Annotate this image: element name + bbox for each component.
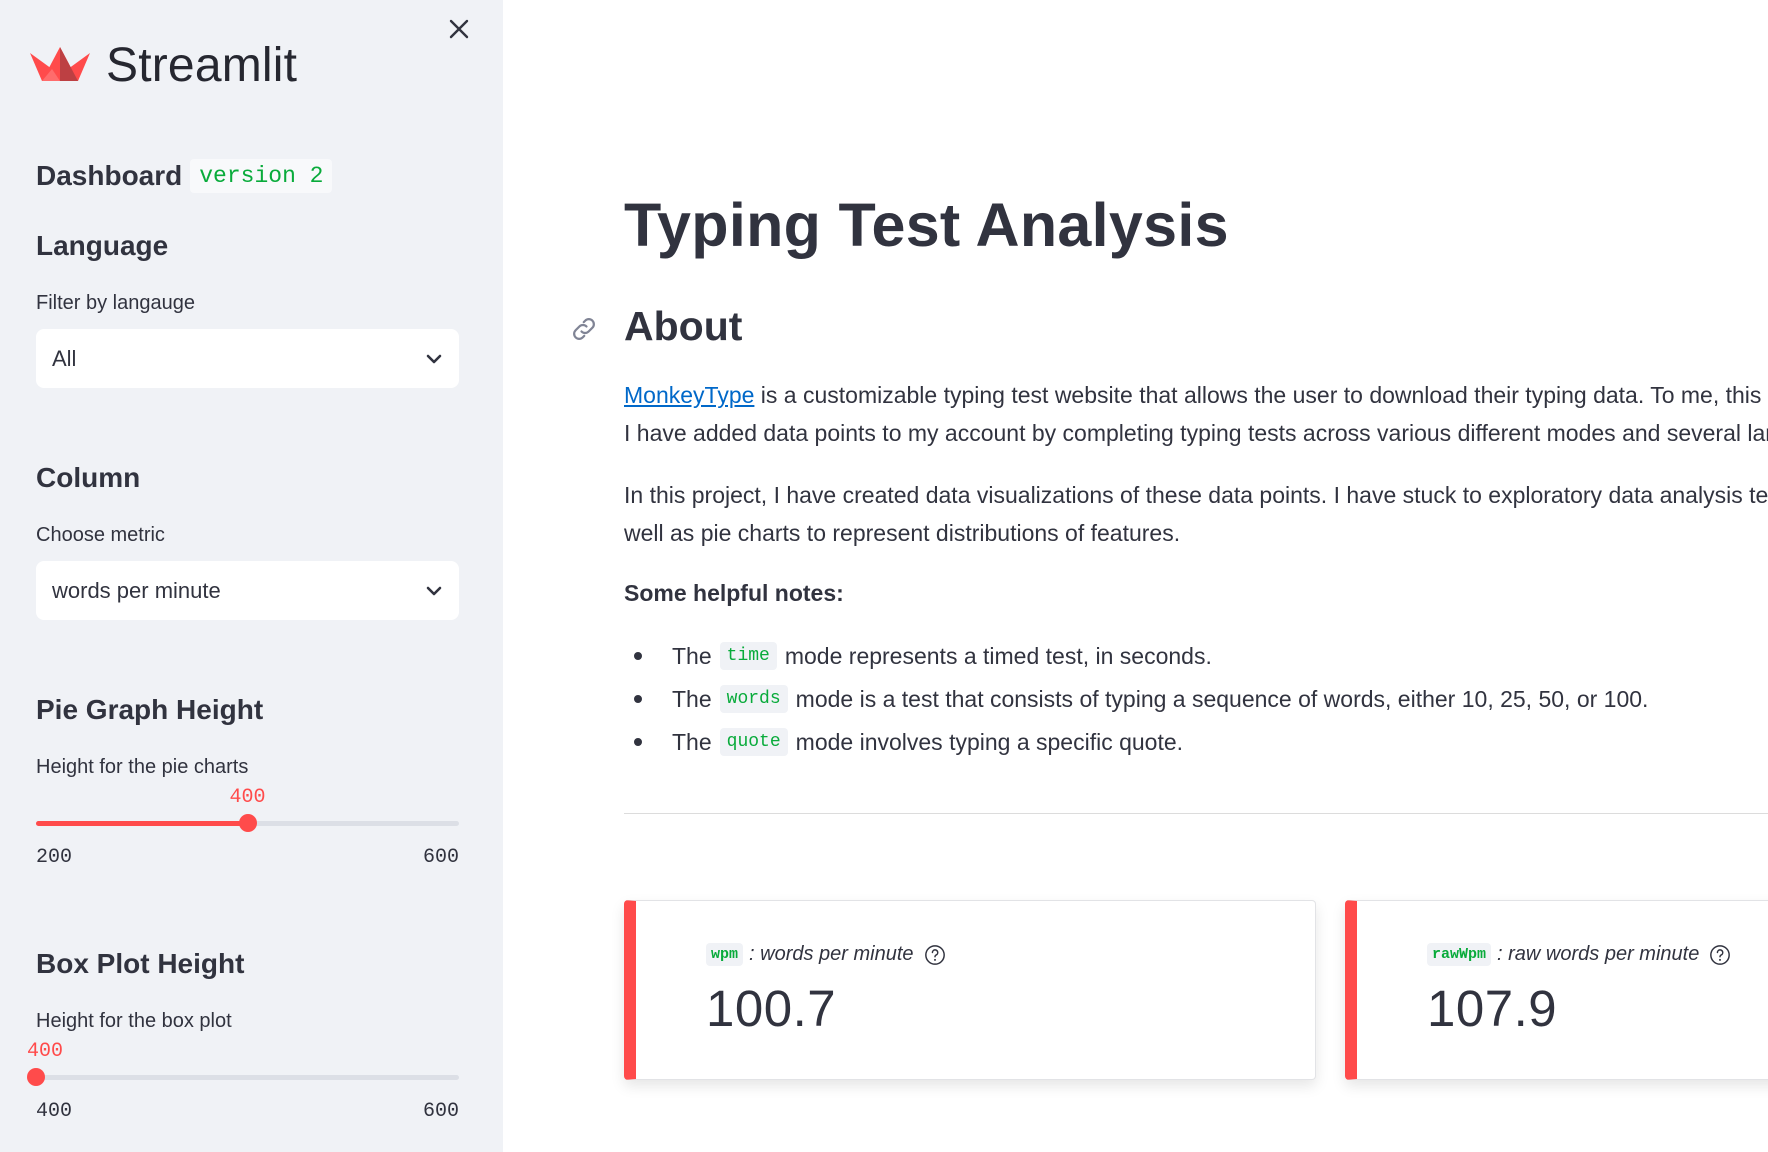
language-heading: Language xyxy=(36,230,169,261)
help-icon[interactable] xyxy=(924,944,946,966)
about-p1-line1-text: is a customizable typing test website th… xyxy=(754,382,1768,408)
pie-height-label: Height for the pie charts xyxy=(36,756,249,778)
list-item: The quote mode involves typing a specifi… xyxy=(624,728,1183,756)
box-height-heading: Box Plot Height xyxy=(36,948,245,979)
chevron-down-icon xyxy=(426,354,442,363)
pie-height-slider-max: 600 xyxy=(422,846,459,869)
close-sidebar-button[interactable] xyxy=(444,14,474,44)
metric-card-rawwpm: rawWpm : raw words per minute 107.9 xyxy=(1345,900,1768,1080)
main-content: Typing Test Analysis About MonkeyType is… xyxy=(503,0,1768,1152)
metric-label: wpm : words per minute xyxy=(706,943,946,966)
pie-height-heading: Pie Graph Height xyxy=(36,694,264,725)
bullet-icon xyxy=(634,652,642,660)
box-height-label: Height for the box plot xyxy=(36,1010,232,1032)
page-title: Typing Test Analysis xyxy=(624,191,1229,259)
about-paragraph-1-line-2: I have added data points to my account b… xyxy=(624,420,1768,446)
box-height-slider-max: 600 xyxy=(422,1100,459,1123)
brand: Streamlit xyxy=(28,38,297,92)
about-paragraph-2: In this project, I have created data vis… xyxy=(624,476,1768,552)
note-code: words xyxy=(719,685,788,713)
box-height-slider-value: 400 xyxy=(27,1040,64,1063)
metric-label: rawWpm : raw words per minute xyxy=(1427,943,1731,966)
pie-height-slider-value: 400 xyxy=(229,786,266,809)
language-select-value: All xyxy=(52,345,77,371)
note-prefix: The xyxy=(672,642,712,669)
list-item: The words mode is a test that consists o… xyxy=(624,685,1648,713)
dashboard-heading: Dashboard version 2 xyxy=(36,159,333,193)
note-text: mode represents a timed test, in seconds… xyxy=(784,642,1212,669)
notes-heading: Some helpful notes: xyxy=(624,580,844,606)
bullet-icon xyxy=(634,738,642,746)
metric-code: rawWpm xyxy=(1427,943,1492,966)
about-paragraph-2-line-1: In this project, I have created data vis… xyxy=(624,482,1768,508)
about-heading: About xyxy=(624,303,743,349)
metric-code: wpm xyxy=(706,943,744,966)
close-icon xyxy=(449,19,469,39)
divider xyxy=(624,813,1768,814)
monkeytype-link[interactable]: MonkeyType xyxy=(624,382,754,408)
sidebar: Streamlit Dashboard version 2 Language Fi… xyxy=(0,0,503,1152)
box-height-slider[interactable] xyxy=(27,1068,459,1086)
brand-name: Streamlit xyxy=(106,38,298,92)
bullet-icon xyxy=(634,695,642,703)
pie-height-slider-thumb[interactable] xyxy=(238,814,257,832)
about-paragraph-2-line-2: well as pie charts to represent distribu… xyxy=(624,520,1181,546)
metric-card-wpm: wpm : words per minute 100.7 xyxy=(624,900,1316,1080)
metric-label-text: : raw words per minute xyxy=(1497,943,1700,965)
list-item: The time mode represents a timed test, i… xyxy=(624,642,1212,670)
note-text: mode is a test that consists of typing a… xyxy=(795,685,1649,712)
link-icon[interactable] xyxy=(569,314,599,344)
metric-select-value: words per minute xyxy=(52,577,221,603)
note-prefix: The xyxy=(672,728,712,755)
metric-value: 100.7 xyxy=(706,980,837,1037)
note-text: mode involves typing a specific quote. xyxy=(795,728,1184,755)
about-paragraph-1: MonkeyType is a customizable typing test… xyxy=(624,376,1768,452)
metric-label-text: : words per minute xyxy=(749,943,914,965)
help-icon[interactable] xyxy=(1709,944,1731,966)
note-prefix: The xyxy=(672,685,712,712)
about-paragraph-1-line-1: MonkeyType is a customizable typing test… xyxy=(624,376,1768,414)
pie-height-slider[interactable] xyxy=(36,814,459,832)
streamlit-logo-icon xyxy=(30,47,90,81)
language-filter-label: Filter by langauge xyxy=(36,292,195,314)
language-select[interactable]: All xyxy=(36,329,459,388)
box-height-slider-min: 400 xyxy=(36,1100,73,1123)
dashboard-title: Dashboard xyxy=(36,160,183,191)
metric-select[interactable]: words per minute xyxy=(36,561,459,620)
metric-select-label: Choose metric xyxy=(36,524,165,546)
note-code: time xyxy=(719,642,777,670)
pie-height-slider-min: 200 xyxy=(36,846,73,869)
metric-value: 107.9 xyxy=(1427,980,1558,1037)
pie-height-slider-fill xyxy=(36,821,248,826)
chevron-down-icon xyxy=(426,586,442,595)
version-badge: version 2 xyxy=(190,159,333,193)
column-heading: Column xyxy=(36,462,141,493)
box-height-slider-thumb[interactable] xyxy=(27,1068,45,1086)
note-code: quote xyxy=(719,728,788,756)
